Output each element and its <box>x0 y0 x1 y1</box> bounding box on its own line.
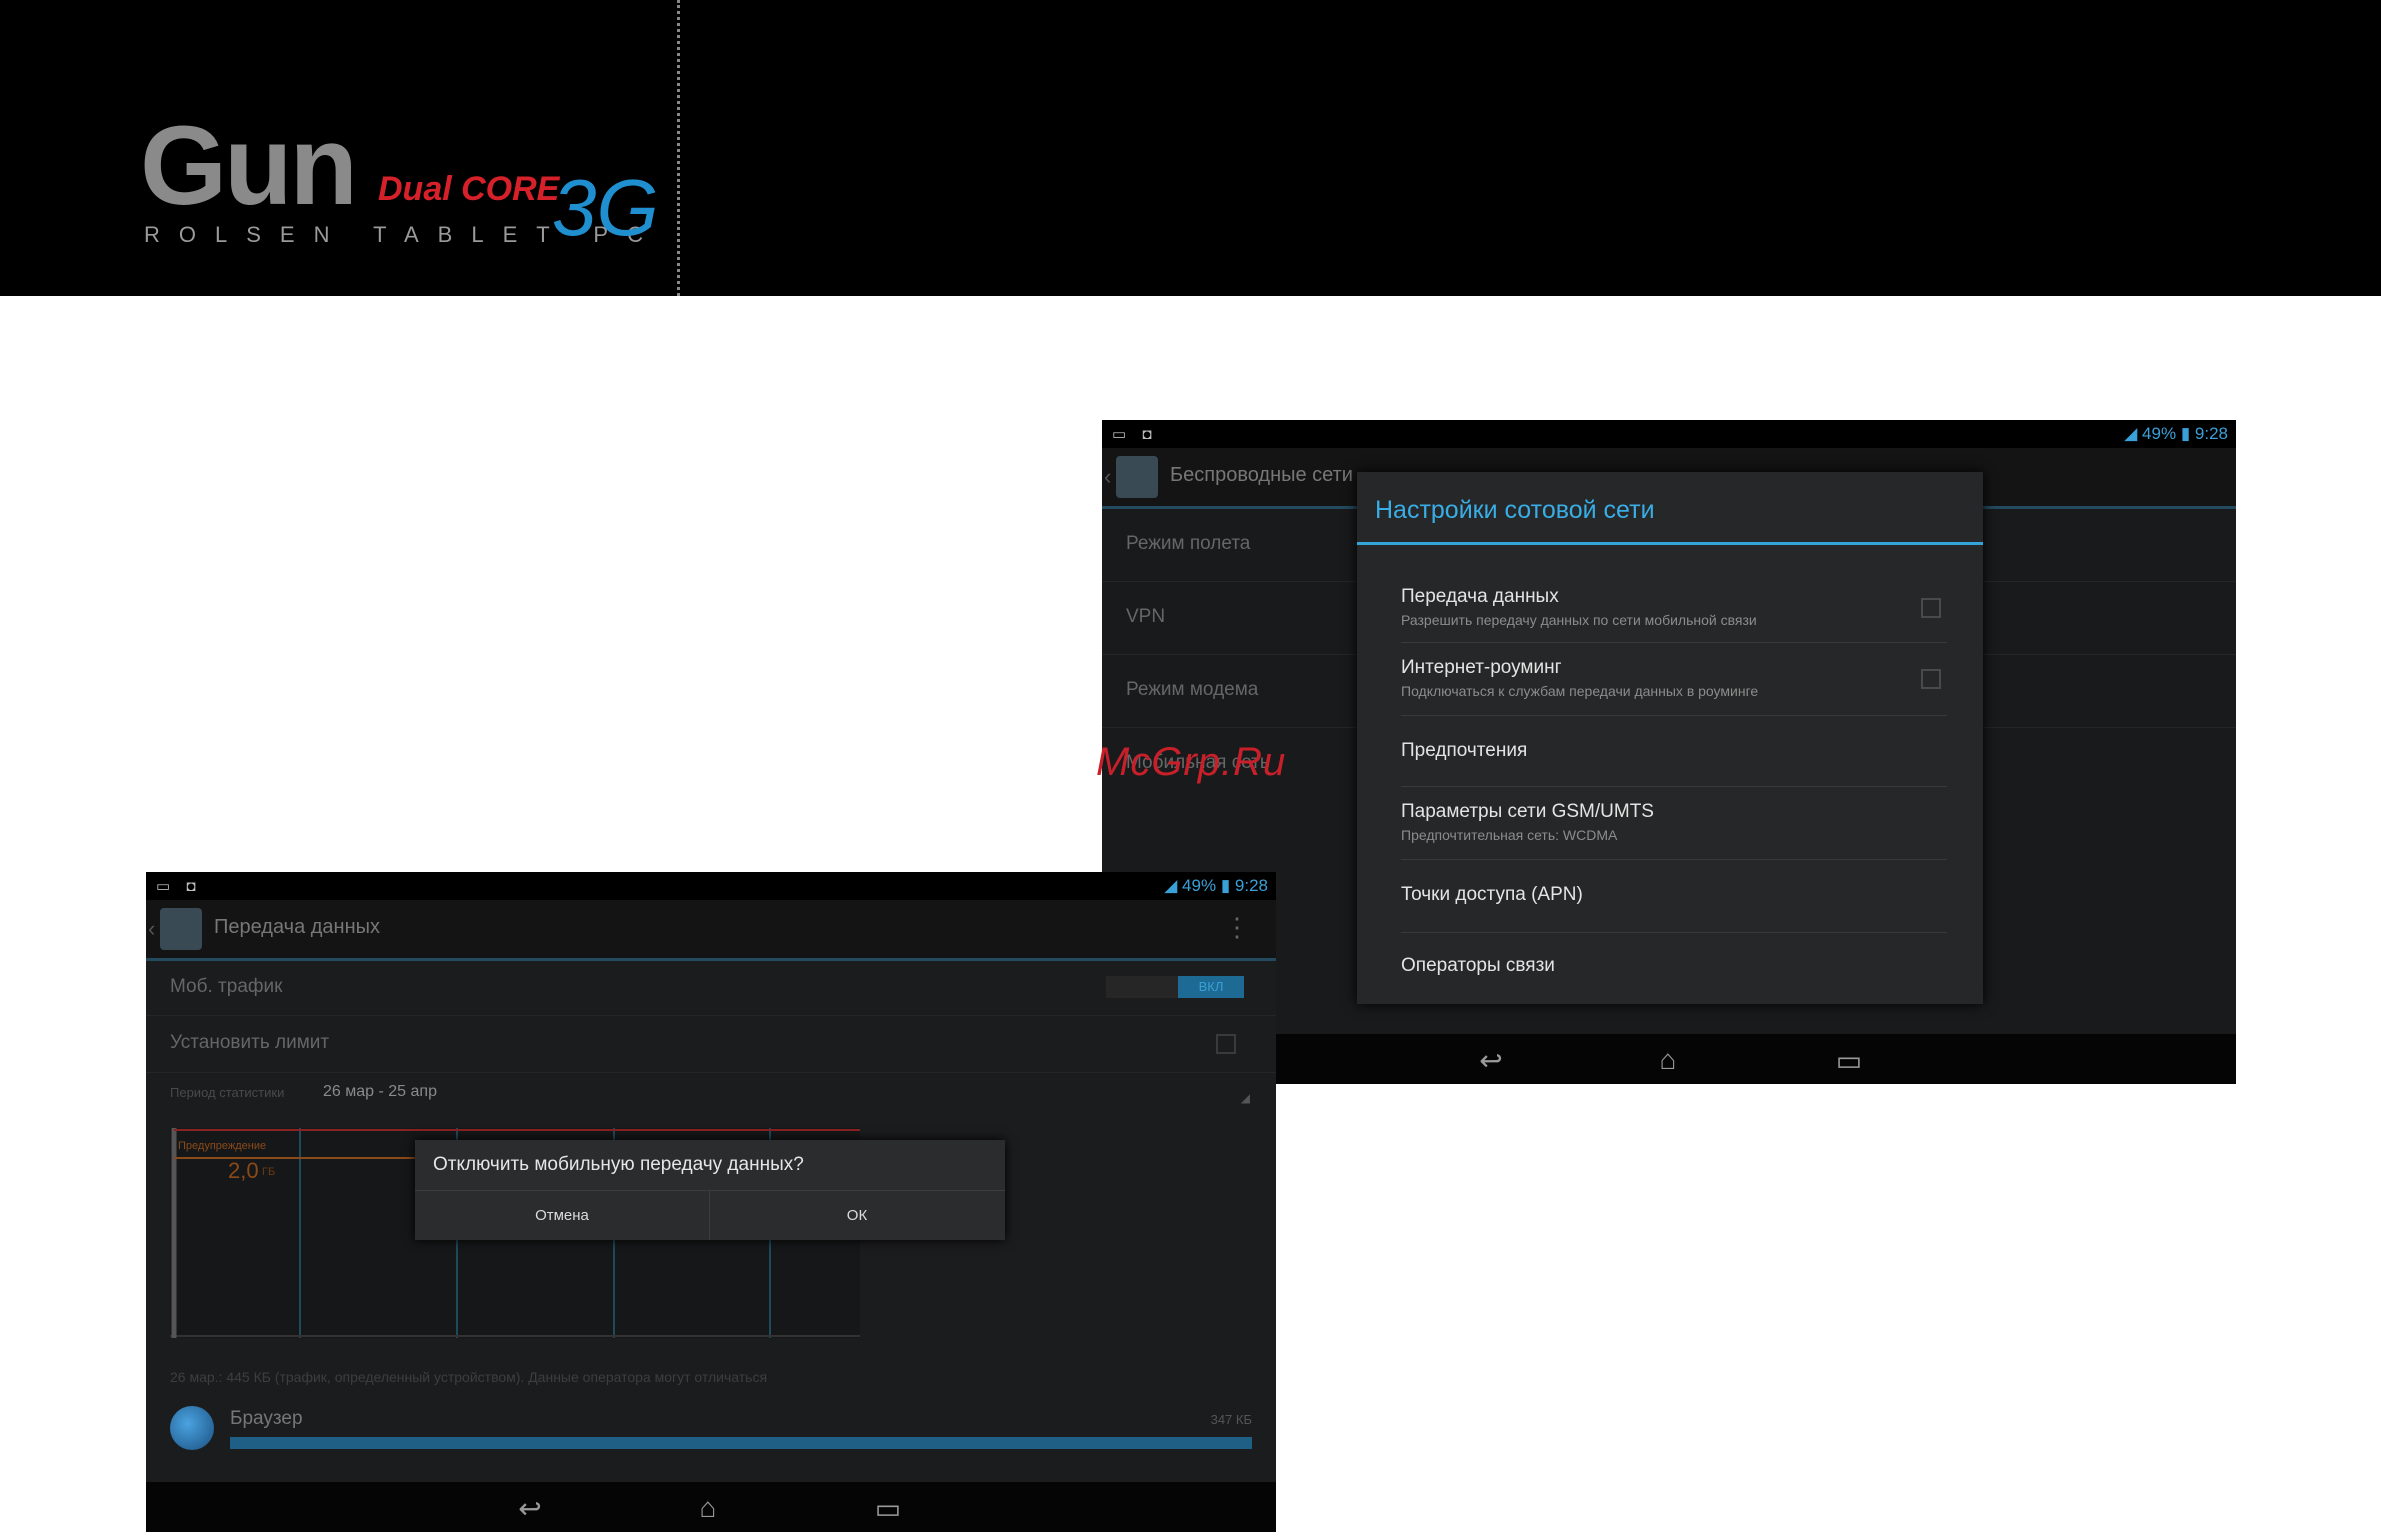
clock: 9:28 <box>1234 876 1268 895</box>
logo-edition: Dual CORE <box>378 170 560 208</box>
logo-brand: Gun <box>140 103 358 228</box>
settings-app-icon[interactable] <box>1116 456 1158 498</box>
actionbar-title: Передача данных <box>214 916 381 938</box>
pref-title: Точки доступа (APN) <box>1401 884 1583 905</box>
action-bar: ‹ Передача данных ⋮ <box>146 900 1276 961</box>
pref-apn[interactable]: Точки доступа (APN) <box>1401 860 1947 933</box>
pref-gsm-umts[interactable]: Параметры сети GSM/UMTS Предпочтительная… <box>1401 787 1947 860</box>
mobile-traffic-toggle[interactable]: ВКЛ <box>1106 976 1244 998</box>
status-right: ◢ 49% ▮ 9:28 <box>1164 876 1268 896</box>
status-right: ◢ 49% ▮ 9:28 <box>2124 424 2228 444</box>
pref-roaming[interactable]: Интернет-роуминг Подключаться к службам … <box>1401 643 1947 716</box>
pref-title: Операторы связи <box>1401 955 1555 976</box>
row-label: Режим модема <box>1126 679 1259 700</box>
browser-globe-icon <box>170 1406 214 1450</box>
dialog-title: Настройки сотовой сети <box>1375 496 1655 524</box>
set-limit-row[interactable]: Установить лимит <box>146 1016 1276 1073</box>
recent-apps-icon[interactable]: ▭ <box>1829 1044 1869 1077</box>
data-transfer-checkbox[interactable] <box>1921 598 1941 618</box>
pref-title: Передача данных <box>1401 586 1559 607</box>
navigation-bar: ↩ ⌂ ▭ <box>146 1482 1276 1532</box>
pref-data-transfer[interactable]: Передача данных Разрешить передачу данны… <box>1401 572 1947 643</box>
status-bar: ▭ ◘ ◢ 49% ▮ 9:28 <box>1102 420 2236 448</box>
battery-level: 49% <box>1182 876 1217 895</box>
watermark: McGrp.Ru <box>1096 740 1287 784</box>
usage-note: 26 мар.: 445 КБ (трафик, определенный ус… <box>170 1369 768 1385</box>
clock: 9:28 <box>2194 424 2228 443</box>
dialog-message: Отключить мобильную передачу данных? <box>433 1154 804 1175</box>
signal-icon: ◢ <box>1164 876 1178 895</box>
battery-icon: ▮ <box>2180 424 2191 443</box>
ok-button[interactable]: ОК <box>710 1191 1004 1240</box>
banner-divider <box>677 0 680 296</box>
mobile-traffic-row[interactable]: Моб. трафик ВКЛ <box>146 961 1276 1016</box>
period-value[interactable]: 26 мар - 25 апр <box>323 1083 437 1101</box>
pref-title: Параметры сети GSM/UMTS <box>1401 801 1654 822</box>
period-label: Период статистики <box>170 1085 285 1100</box>
disable-data-dialog: Отключить мобильную передачу данных? Отм… <box>415 1140 1005 1240</box>
period-row[interactable]: Период статистики 26 мар - 25 апр ◢ <box>146 1073 1276 1117</box>
battery-level: 49% <box>2142 424 2177 443</box>
row-label: Моб. трафик <box>170 976 283 997</box>
pref-summary: Подключаться к службам передачи данных в… <box>1401 683 1759 699</box>
battery-icon: ▮ <box>1220 876 1231 895</box>
home-icon[interactable]: ⌂ <box>688 1492 728 1524</box>
pref-summary: Предпочтительная сеть: WCDMA <box>1401 827 1618 843</box>
home-icon[interactable]: ⌂ <box>1648 1044 1688 1076</box>
app-size: 347 КБ <box>1210 1412 1252 1427</box>
dialog-title-divider <box>1357 542 1983 545</box>
app-name: Браузер <box>230 1408 303 1429</box>
notification-icons: ▭ ◘ <box>1112 426 1158 443</box>
dropdown-corner-icon: ◢ <box>1240 1091 1250 1105</box>
pref-title: Предпочтения <box>1401 740 1528 761</box>
back-icon[interactable]: ↩ <box>1471 1044 1511 1077</box>
logo-network: 3G <box>552 163 659 252</box>
settings-app-icon[interactable] <box>160 908 202 950</box>
status-bar: ▭ ◘ ◢ 49% ▮ 9:28 <box>146 872 1276 900</box>
warning-unit: ГБ <box>262 1166 276 1178</box>
data-usage-screen: ▭ ◘ ◢ 49% ▮ 9:28 ‹ Передача данных ⋮ Моб… <box>146 872 1276 1532</box>
row-label: VPN <box>1126 606 1166 627</box>
roaming-checkbox[interactable] <box>1921 669 1941 689</box>
app-usage-bar <box>230 1437 1252 1449</box>
cancel-button[interactable]: Отмена <box>415 1191 709 1240</box>
pref-title: Интернет-роуминг <box>1401 657 1562 678</box>
rolsen-logo: Gun Dual CORE ROLSEN TABLET PC 3G <box>140 110 680 260</box>
recent-apps-icon[interactable]: ▭ <box>868 1492 908 1525</box>
cell-settings-dialog: Настройки сотовой сети Передача данных Р… <box>1357 472 1983 1004</box>
toggle-on-label: ВКЛ <box>1178 976 1244 998</box>
app-usage-row[interactable]: Браузер 347 КБ <box>146 1396 1276 1466</box>
back-chevron-icon[interactable]: ‹ <box>148 916 155 942</box>
back-chevron-icon[interactable]: ‹ <box>1104 464 1111 490</box>
actionbar-title: Беспроводные сети <box>1170 464 1353 486</box>
pref-operators[interactable]: Операторы связи <box>1401 933 1947 993</box>
signal-icon: ◢ <box>2124 424 2138 443</box>
pref-summary: Разрешить передачу данных по сети мобиль… <box>1401 612 1757 628</box>
set-limit-checkbox[interactable] <box>1216 1034 1236 1054</box>
row-label: Установить лимит <box>170 1032 330 1053</box>
warning-value: 2,0 <box>228 1158 259 1183</box>
pref-preferences[interactable]: Предпочтения <box>1401 716 1947 787</box>
back-icon[interactable]: ↩ <box>510 1492 550 1525</box>
overflow-menu-icon[interactable]: ⋮ <box>1224 912 1250 943</box>
header-banner: Gun Dual CORE ROLSEN TABLET PC 3G <box>0 0 2381 296</box>
row-label: Режим полета <box>1126 533 1251 554</box>
notification-icons: ▭ ◘ <box>156 878 202 895</box>
warning-label: Предупреждение <box>178 1140 267 1152</box>
